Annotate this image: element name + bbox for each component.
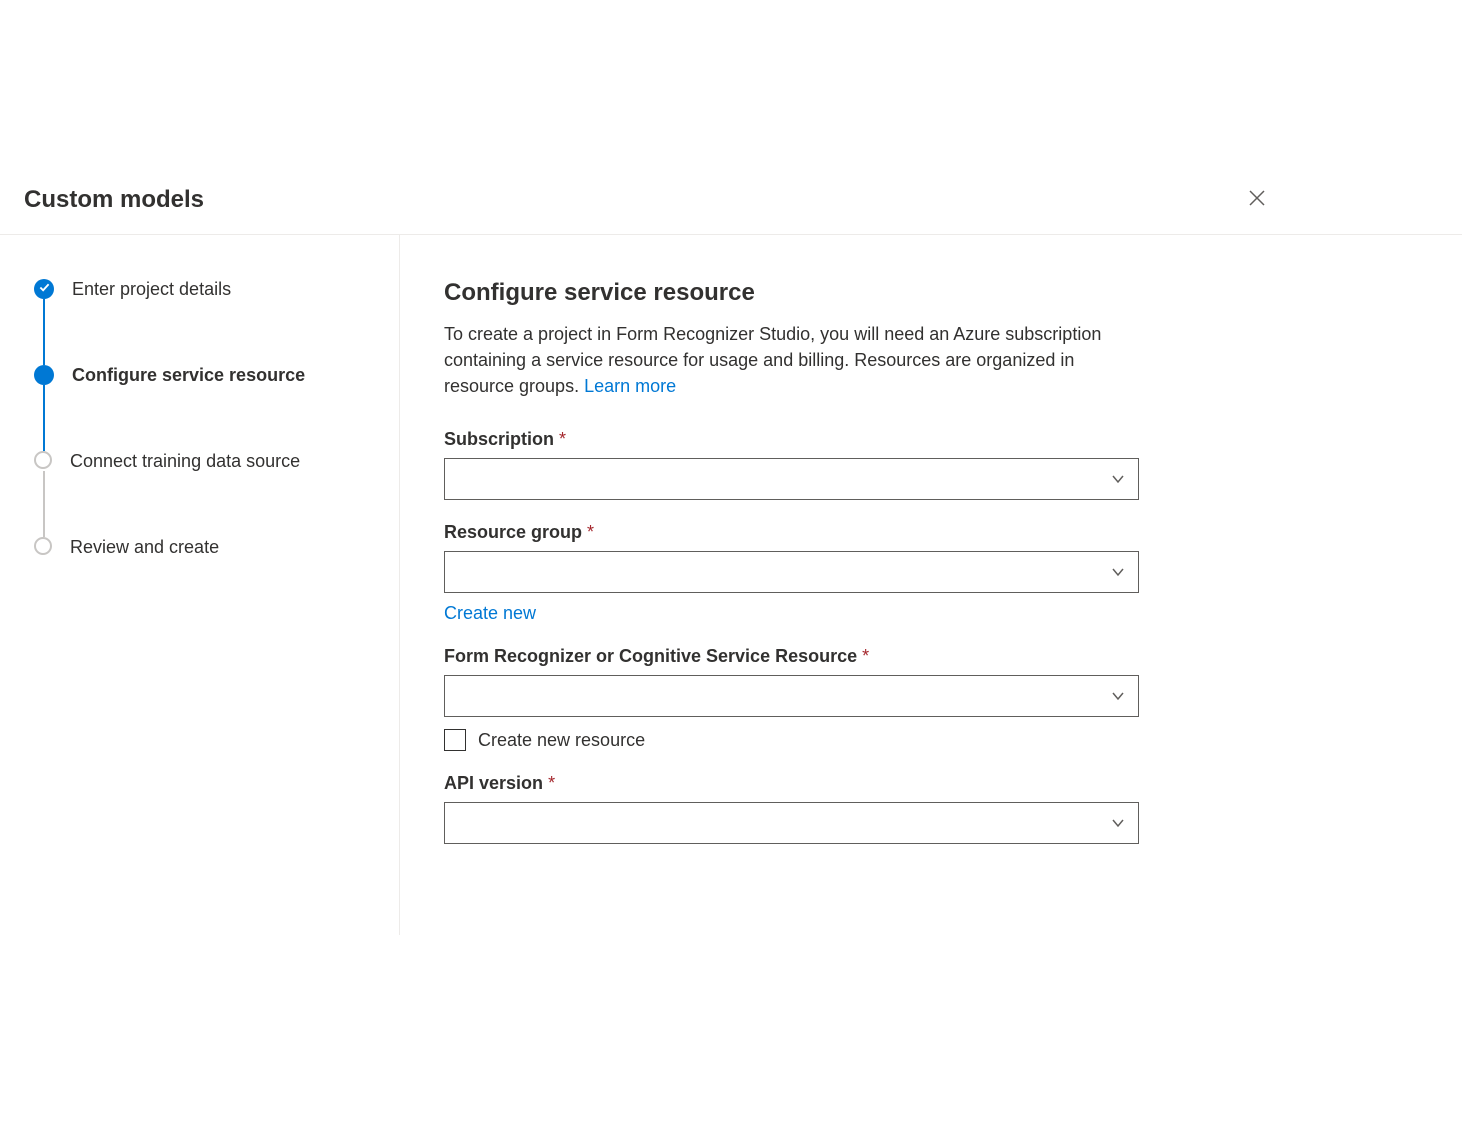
service-resource-select[interactable]	[444, 675, 1139, 717]
dialog-title: Custom models	[24, 186, 204, 214]
description-text: To create a project in Form Recognizer S…	[444, 324, 1101, 396]
step-indicator-completed	[34, 279, 54, 299]
api-version-label: API version *	[444, 773, 1139, 794]
step-configure-service-resource[interactable]: Configure service resource	[34, 365, 375, 451]
resource-group-field-group: Resource group * Create new	[444, 522, 1139, 624]
subscription-input[interactable]	[444, 458, 1139, 500]
required-asterisk: *	[587, 522, 594, 542]
subscription-label: Subscription *	[444, 429, 1139, 450]
subscription-label-text: Subscription	[444, 429, 554, 449]
step-indicator-pending	[34, 451, 52, 469]
step-label: Review and create	[70, 537, 219, 557]
step-label: Connect training data source	[70, 451, 300, 471]
resource-group-select[interactable]	[444, 551, 1139, 593]
learn-more-link[interactable]: Learn more	[584, 376, 676, 396]
close-button[interactable]	[1241, 184, 1273, 216]
service-resource-label-text: Form Recognizer or Cognitive Service Res…	[444, 646, 857, 666]
required-asterisk: *	[862, 646, 869, 666]
api-version-input[interactable]	[444, 802, 1139, 844]
checkmark-icon	[39, 280, 50, 298]
step-indicator-pending	[34, 537, 52, 555]
dialog-header: Custom models	[0, 160, 1462, 235]
resource-group-label-text: Resource group	[444, 522, 582, 542]
step-label: Configure service resource	[72, 365, 305, 385]
create-new-resource-group-link[interactable]: Create new	[444, 603, 536, 624]
api-version-label-text: API version	[444, 773, 543, 793]
step-connector	[43, 385, 45, 451]
wizard-steps-sidebar: Enter project details Configure service …	[0, 235, 400, 935]
dialog-content: Enter project details Configure service …	[0, 235, 1462, 935]
api-version-select[interactable]	[444, 802, 1139, 844]
page-title: Configure service resource	[444, 279, 1418, 307]
create-new-resource-checkbox-row: Create new resource	[444, 729, 1139, 751]
required-asterisk: *	[548, 773, 555, 793]
create-new-resource-checkbox-label: Create new resource	[478, 730, 645, 751]
page-description: To create a project in Form Recognizer S…	[444, 321, 1144, 399]
api-version-field-group: API version *	[444, 773, 1139, 844]
subscription-field-group: Subscription *	[444, 429, 1139, 500]
resource-group-input[interactable]	[444, 551, 1139, 593]
service-resource-input[interactable]	[444, 675, 1139, 717]
step-enter-project-details[interactable]: Enter project details	[34, 279, 375, 365]
resource-group-label: Resource group *	[444, 522, 1139, 543]
subscription-select[interactable]	[444, 458, 1139, 500]
step-indicator-current	[34, 365, 54, 385]
step-connector	[43, 299, 45, 365]
step-label: Enter project details	[72, 279, 231, 299]
service-resource-label: Form Recognizer or Cognitive Service Res…	[444, 646, 1139, 667]
step-connect-training-data-source[interactable]: Connect training data source	[34, 451, 375, 537]
required-asterisk: *	[559, 429, 566, 449]
main-panel: Configure service resource To create a p…	[400, 235, 1462, 935]
step-review-and-create[interactable]: Review and create	[34, 537, 375, 623]
step-connector	[43, 471, 45, 537]
close-icon	[1249, 190, 1265, 211]
step-list: Enter project details Configure service …	[34, 279, 375, 623]
create-new-resource-checkbox[interactable]	[444, 729, 466, 751]
service-resource-field-group: Form Recognizer or Cognitive Service Res…	[444, 646, 1139, 751]
